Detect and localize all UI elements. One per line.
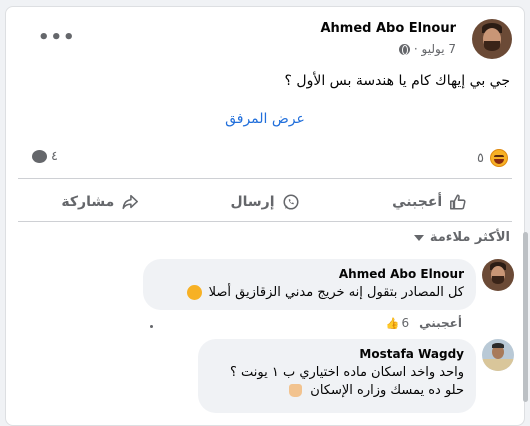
send-button[interactable]: إرسال [183,185,348,219]
post-text: جي بي إيهاك كام يا هندسة بس الأول ؟ [284,73,510,89]
comment-separator-dot [150,325,153,328]
scrollbar[interactable] [523,232,528,402]
thumbs-up-icon [450,194,466,210]
caret-down-icon [413,234,424,241]
post-card: Ahmed Abo Elnour 7 يوليو · ••• جي بي إيه… [5,6,525,426]
share-button[interactable]: مشاركة [18,185,183,219]
reaction-summary[interactable]: ٥ [477,149,508,167]
comment-author-2[interactable]: Mostafa Wagdy [210,347,464,361]
send-button-label: إرسال [230,194,275,210]
view-attachment-link[interactable]: عرض المرفق [6,111,524,127]
author-avatar[interactable] [472,19,512,59]
reactions-bar: ٥ ٤ [16,147,514,169]
post-header: Ahmed Abo Elnour 7 يوليو · ••• [18,15,512,63]
post-author-name[interactable]: Ahmed Abo Elnour [320,21,456,36]
like-button[interactable]: أعجبني [347,185,512,219]
post-actions: أعجبني إرسال مشاركة [18,185,512,219]
comment-count: ٤ [51,149,58,164]
share-button-label: مشاركة [61,194,115,210]
commenter-avatar[interactable] [482,259,514,291]
whatsapp-icon [283,194,299,210]
comment-sort-label: الأكثر ملاءمة [429,230,510,245]
comment-text-line-2-row: حلو ده يمسك وزاره الإسكان [210,382,464,400]
comment-text-2: واحد واخد اسكان ماده اختياري ب ١ يونت ؟ … [210,364,464,400]
laughing-emoji-icon [186,285,202,300]
reaction-count: ٥ [477,150,484,166]
commenter-avatar-2[interactable] [482,339,514,371]
divider-top [18,178,512,179]
comment-text-line-2: حلو ده يمسك وزاره الإسكان [310,383,464,398]
comment-bubble-icon [32,150,47,163]
more-options-icon[interactable]: ••• [38,27,76,48]
thumbs-up-emoji-icon [289,384,303,397]
thumbs-up-small-icon: 👍 [385,316,400,330]
comment-text: كل المصادر بتقول إنه خريج مدني الزقازيق … [155,284,464,302]
post-date[interactable]: 7 يوليو · [414,42,456,56]
post-meta: 7 يوليو · [398,42,456,56]
comment-bubble-2: Mostafa Wagdy واحد واخد اسكان ماده اختيا… [198,339,476,413]
comment-actions: أعجبني 6 👍 [386,316,462,330]
like-button-label: أعجبني [392,194,443,210]
comment-sort-dropdown[interactable]: الأكثر ملاءمة [413,230,510,245]
comment-bubble: Ahmed Abo Elnour كل المصادر بتقول إنه خر… [143,259,476,310]
comment-like-button[interactable]: أعجبني [419,316,462,330]
comment-author[interactable]: Ahmed Abo Elnour [155,267,464,281]
comment-summary[interactable]: ٤ [32,149,58,164]
comment-text-line-1: واحد واخد اسكان ماده اختياري ب ١ يونت ؟ [229,365,464,380]
globe-icon [398,43,410,55]
comment-like-count-value: 6 [401,316,410,330]
comment-text-content: كل المصادر بتقول إنه خريج مدني الزقازيق … [208,285,464,300]
divider-bottom [18,221,512,222]
view-attachment-label[interactable]: عرض المرفق [225,111,305,127]
comment-like-count[interactable]: 6 👍 [386,316,409,330]
haha-emoji-icon [490,149,508,167]
share-arrow-icon [122,194,139,210]
